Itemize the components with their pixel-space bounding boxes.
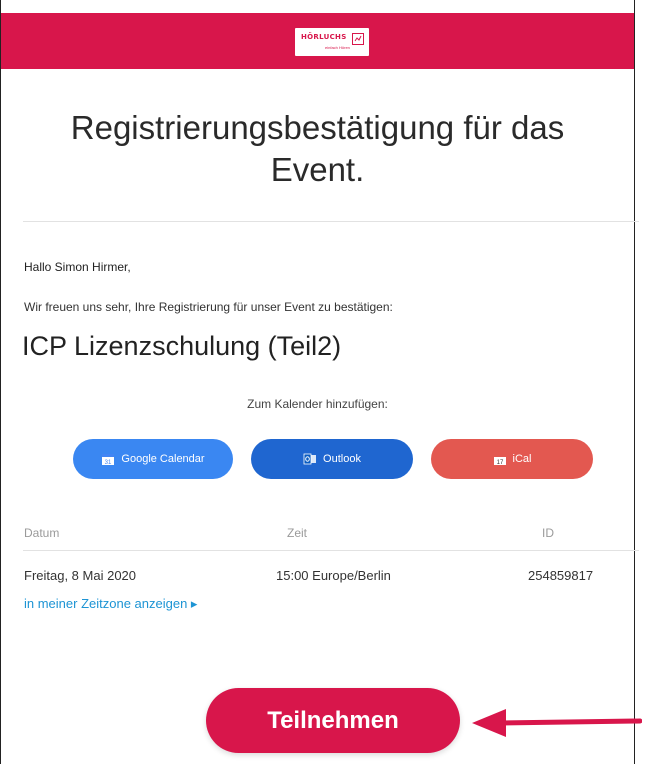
- pointer-arrow-icon: [472, 709, 642, 737]
- table-header-time: Zeit: [287, 526, 308, 540]
- table-divider: [23, 550, 639, 551]
- google-calendar-button[interactable]: 31 Google Calendar: [73, 439, 233, 479]
- outlook-label: Outlook: [323, 453, 361, 465]
- table-header-date: Datum: [24, 526, 60, 540]
- outlook-icon: [303, 453, 317, 465]
- table-header-id: ID: [542, 526, 554, 540]
- table-cell-id: 254859817: [528, 568, 594, 583]
- page-title-line-1: Registrierungsbestätigung für das: [70, 109, 565, 146]
- ical-button[interactable]: 17 iCal: [431, 439, 593, 479]
- logo-mark-icon: [352, 33, 364, 45]
- page-title: Registrierungsbestätigung für das Event.: [21, 107, 614, 191]
- ical-label: iCal: [512, 453, 532, 465]
- google-calendar-label: Google Calendar: [121, 453, 205, 465]
- svg-text:31: 31: [105, 460, 112, 466]
- table-cell-date: Freitag, 8 Mai 2020: [24, 568, 137, 583]
- page-title-line-2: Event.: [270, 151, 365, 188]
- title-divider: [23, 221, 639, 222]
- brand-logo: HÖRLUCHS einfach Hören: [295, 28, 369, 56]
- intro-text: Wir freuen uns sehr, Ihre Registrierung …: [24, 300, 393, 314]
- event-name: ICP Lizenzschulung (Teil2): [22, 331, 342, 361]
- ical-icon: 17: [493, 454, 506, 466]
- table-cell-time: 15:00 Europe/Berlin: [276, 568, 391, 583]
- logo-text: HÖRLUCHS: [301, 33, 347, 41]
- greeting-text: Hallo Simon Hirmer,: [24, 260, 131, 274]
- google-calendar-icon: 31: [102, 454, 115, 466]
- timezone-link[interactable]: in meiner Zeitzone anzeigen ▸: [24, 596, 197, 612]
- join-button[interactable]: Teilnehmen: [206, 688, 460, 753]
- email-frame: HÖRLUCHS einfach Hören Registrierungsbes…: [0, 0, 639, 764]
- calendar-label: Zum Kalender hinzufügen:: [247, 397, 388, 411]
- svg-text:17: 17: [496, 460, 503, 466]
- logo-tagline: einfach Hören: [325, 45, 350, 50]
- outlook-button[interactable]: Outlook: [251, 439, 413, 479]
